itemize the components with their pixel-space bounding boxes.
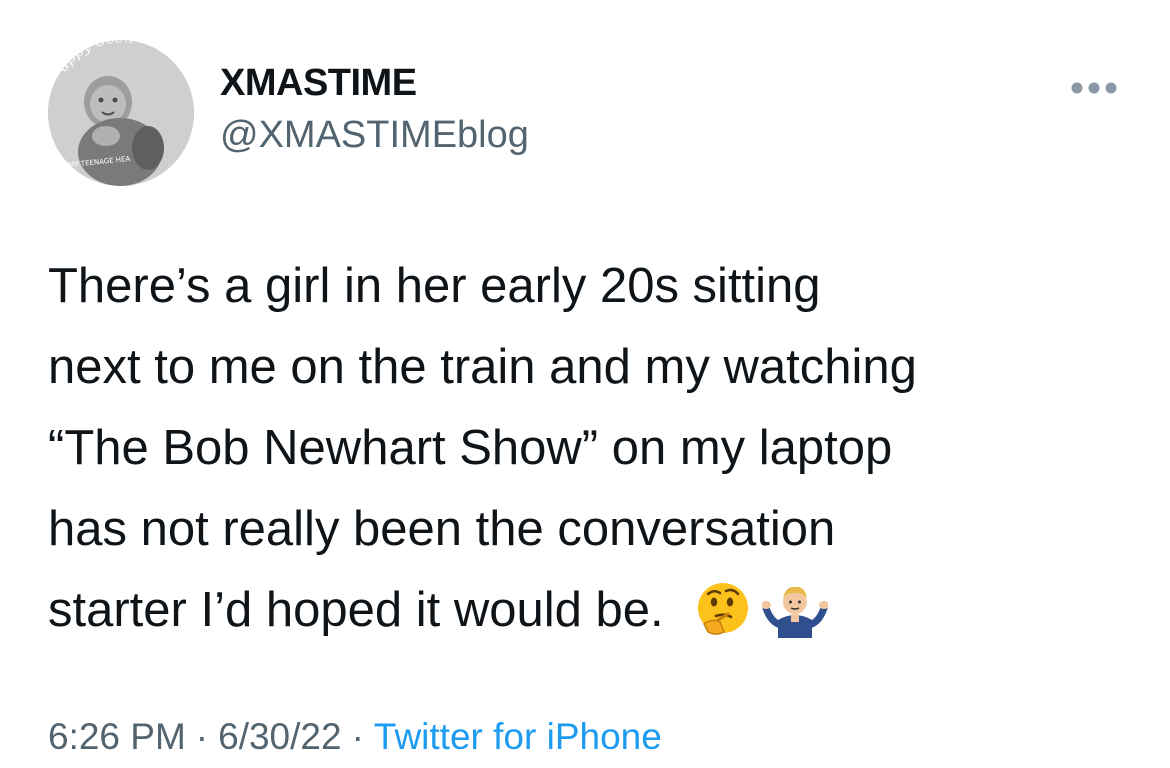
thinking-face-icon bbox=[694, 580, 752, 638]
more-dots-icon bbox=[1071, 82, 1117, 94]
tweet-card: appy Scen E MY TEENAGE HEA XMASTIME @XMA… bbox=[0, 0, 1170, 768]
meta-separator: · bbox=[195, 716, 209, 757]
meta-separator: · bbox=[351, 716, 364, 757]
tweet-text-line-last: starter I’d hoped it would be. bbox=[48, 570, 1138, 651]
tweet-text: There’s a girl in her early 20s sitting … bbox=[48, 246, 1138, 651]
tweet-text-line: “The Bob Newhart Show” on my laptop bbox=[48, 421, 893, 475]
tweet-source-link[interactable]: Twitter for iPhone bbox=[374, 716, 662, 757]
avatar[interactable]: appy Scen E MY TEENAGE HEA bbox=[48, 40, 194, 186]
display-name[interactable]: XMASTIME bbox=[220, 62, 417, 105]
tweet-text-line: has not really been the conversation bbox=[48, 502, 836, 556]
user-handle[interactable]: @XMASTIMEblog bbox=[220, 114, 529, 157]
tweet-meta: 6:26 PM · 6/30/22 · Twitter for iPhone bbox=[48, 716, 662, 758]
tweet-text-line: There’s a girl in her early 20s sitting bbox=[48, 259, 821, 313]
man-shrugging-icon bbox=[761, 580, 828, 639]
avatar-image: appy Scen E MY TEENAGE HEA bbox=[48, 40, 194, 186]
more-options-button[interactable] bbox=[1064, 70, 1124, 106]
tweet-date[interactable]: 6/30/22 bbox=[218, 716, 341, 757]
tweet-text-line: next to me on the train and my watching bbox=[48, 340, 917, 394]
tweet-time[interactable]: 6:26 PM bbox=[48, 716, 186, 757]
tweet-text-line: starter I’d hoped it would be. bbox=[48, 583, 664, 637]
